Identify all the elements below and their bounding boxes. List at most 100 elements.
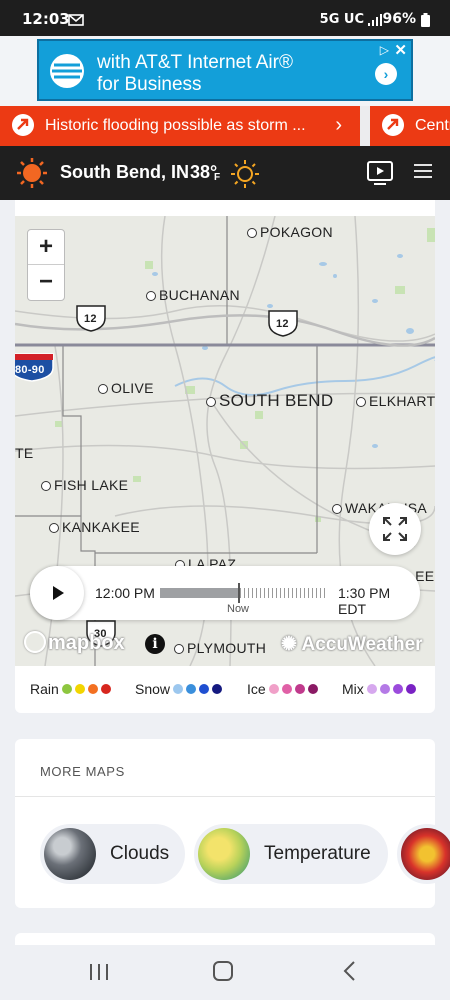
legend-swatch	[87, 684, 98, 694]
legend-swatch	[100, 684, 111, 694]
radar-timeline: 12:00 PM Now 1:30 PM EDT	[30, 566, 420, 620]
alert-item[interactable]: Centr	[370, 106, 450, 146]
city-marker-icon	[247, 228, 257, 238]
interstate-number: 80-90	[15, 364, 45, 376]
status-time: 12:03	[22, 10, 70, 28]
more-maps-title: MORE MAPS	[40, 764, 125, 779]
accuweather-wordmark: AccuWeather	[301, 634, 423, 655]
alert-item[interactable]: Historic flooding possible as storm ... …	[0, 106, 360, 146]
ad-close-icon[interactable]: ✕	[394, 41, 407, 59]
legend-label: Mix	[342, 681, 364, 697]
map-chip-temperature[interactable]: Temperature	[194, 824, 388, 884]
info-icon[interactable]: i	[145, 634, 165, 654]
legend-swatch	[405, 684, 416, 694]
legend-group: Ice	[247, 681, 318, 697]
system-nav-bar	[0, 945, 450, 1000]
alert-arrow-icon	[382, 114, 404, 136]
city-marker-icon	[332, 504, 342, 514]
sunny-icon	[228, 158, 262, 195]
alert-carousel: Historic flooding possible as storm ... …	[0, 106, 450, 146]
map-chip-clouds[interactable]: Clouds	[40, 824, 185, 884]
alert-arrow-icon	[12, 114, 34, 136]
network-type: 5G UC	[319, 12, 364, 27]
alert-text: Centr	[415, 117, 450, 134]
chevron-right-icon: ›	[335, 114, 342, 136]
city-name: KANKAKEE	[62, 519, 140, 535]
city-marker-icon	[174, 644, 184, 654]
legend-swatch	[379, 684, 390, 694]
location-name[interactable]: South Bend, IN	[60, 162, 189, 183]
mapbox-logo[interactable]: mapbox	[24, 631, 125, 655]
ad-arrow-icon[interactable]: ›	[375, 63, 397, 85]
legend-label: Snow	[135, 681, 171, 697]
legend-label: Rain	[30, 681, 59, 697]
legend-swatch	[268, 684, 279, 694]
back-icon[interactable]	[342, 960, 356, 987]
city-marker-icon	[206, 397, 216, 407]
mapbox-icon	[24, 631, 46, 653]
battery-level: 96%	[382, 11, 416, 27]
legend-swatch	[307, 684, 318, 694]
legend-swatch	[74, 684, 85, 694]
home-icon[interactable]	[213, 961, 233, 981]
map-chip-next[interactable]	[397, 824, 450, 884]
timeline-handle[interactable]	[238, 583, 240, 603]
divider	[15, 796, 435, 797]
legend-group: Snow	[135, 681, 223, 697]
play-button[interactable]	[30, 566, 84, 620]
city-label: OLIVE	[98, 380, 154, 396]
city-name: FISH LAKE	[54, 477, 129, 493]
legend-swatch	[186, 684, 197, 694]
legend-swatch	[366, 684, 377, 694]
clouds-thumbnail-icon	[44, 828, 96, 880]
legend-swatch	[61, 684, 72, 694]
timeline-progress	[160, 588, 239, 598]
city-label: SOUTH BEND	[206, 391, 333, 411]
city-marker-icon	[98, 384, 108, 394]
legend-swatch	[281, 684, 292, 694]
ad-banner[interactable]: with AT&T Internet Air® for Business ▷ ✕…	[37, 39, 413, 101]
legend-label: Ice	[247, 681, 266, 697]
city-label: FISH LAKE	[41, 477, 128, 493]
city-name: TE	[15, 445, 34, 461]
city-name: ELKHART	[369, 393, 435, 409]
city-marker-icon	[41, 481, 51, 491]
temperature-thumbnail-icon	[198, 828, 250, 880]
city-marker-icon	[356, 397, 366, 407]
city-marker-icon	[146, 291, 156, 301]
zoom-out-button[interactable]: −	[28, 265, 64, 300]
att-logo-icon	[49, 53, 85, 94]
legend-group: Rain	[30, 681, 111, 697]
us-route-number: 12	[84, 313, 97, 325]
accuweather-logo-icon[interactable]	[16, 157, 48, 194]
zoom-in-button[interactable]: +	[28, 230, 64, 265]
accuweather-sun-icon: ✺	[281, 634, 297, 655]
city-name: POKAGON	[260, 224, 333, 240]
ad-line-2: for Business	[97, 74, 202, 95]
signal-icon	[368, 12, 382, 30]
city-name: BUCHANAN	[159, 287, 240, 303]
ad-banner-area: with AT&T Internet Air® for Business ▷ ✕…	[0, 36, 450, 106]
us-route-number: 12	[276, 318, 289, 330]
status-bar: 12:03 5G UC 96%	[0, 0, 450, 36]
city-label: TE	[15, 445, 34, 461]
precipitation-legend: Rain Snow Ice Mix	[30, 681, 430, 699]
app-header: South Bend, IN 38° F	[0, 146, 450, 200]
city-label: ELKHART	[356, 393, 435, 409]
accuweather-attribution: ✺ AccuWeather	[281, 633, 423, 656]
legend-swatch	[392, 684, 403, 694]
alert-text: Historic flooding possible as storm ...	[45, 117, 306, 134]
zoom-controls: + −	[27, 229, 65, 301]
video-icon[interactable]	[366, 159, 394, 192]
legend-swatch	[199, 684, 210, 694]
battery-icon	[421, 13, 430, 31]
us-route-shield: 12	[75, 304, 106, 332]
fullscreen-button[interactable]	[369, 503, 421, 555]
temperature-unit: F	[214, 172, 221, 183]
recent-apps-icon[interactable]	[88, 962, 110, 987]
map-chip-label: Clouds	[110, 843, 170, 864]
adchoices-icon[interactable]: ▷	[380, 43, 389, 57]
timeline-end-time: 1:30 PM EDT	[338, 585, 391, 617]
hamburger-menu-icon[interactable]	[414, 163, 432, 184]
more-maps-card: MORE MAPS Clouds Temperature	[15, 739, 450, 908]
